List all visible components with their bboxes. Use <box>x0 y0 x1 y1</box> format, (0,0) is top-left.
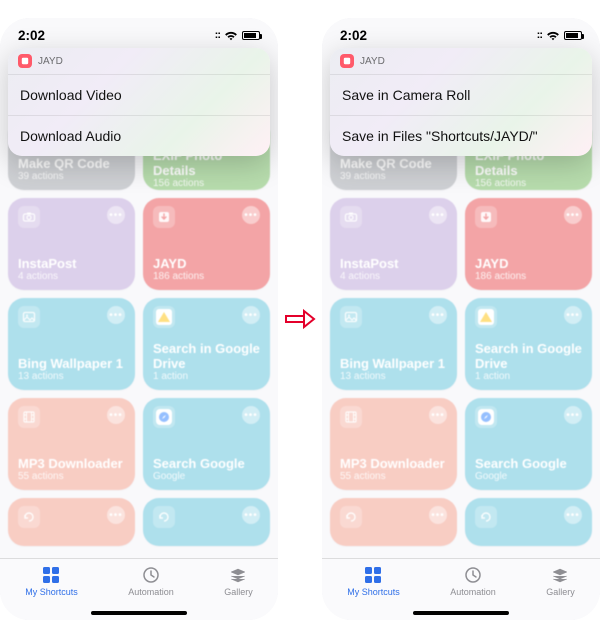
wifi-icon <box>224 30 238 41</box>
status-time: 2:02 <box>340 28 367 43</box>
tab-my-shortcuts[interactable]: My Shortcuts <box>347 565 400 597</box>
app-name: JAYD <box>38 56 63 67</box>
tab-label: My Shortcuts <box>25 587 78 597</box>
option-save-camera-roll[interactable]: Save in Camera Roll <box>330 74 592 115</box>
grid-icon <box>363 565 383 585</box>
clock-icon <box>463 565 483 585</box>
tab-label: Gallery <box>224 587 253 597</box>
wifi-icon <box>546 30 560 41</box>
arrow-icon <box>284 307 316 331</box>
status-icons: :: <box>215 29 260 41</box>
action-sheet: JAYD Download Video Download Audio <box>8 48 270 156</box>
battery-icon <box>564 31 582 40</box>
phone-left: •••Make QR Code39 actions•••EXIF Photo D… <box>0 18 278 620</box>
status-time: 2:02 <box>18 28 45 43</box>
app-icon <box>340 54 354 68</box>
tab-label: Automation <box>450 587 496 597</box>
battery-icon <box>242 31 260 40</box>
option-download-audio[interactable]: Download Audio <box>8 115 270 156</box>
option-save-in-files[interactable]: Save in Files "Shortcuts/JAYD/" <box>330 115 592 156</box>
home-indicator[interactable] <box>413 611 509 615</box>
option-download-video[interactable]: Download Video <box>8 74 270 115</box>
app-name: JAYD <box>360 56 385 67</box>
status-bar: 2:02 :: <box>0 18 278 52</box>
tab-label: My Shortcuts <box>347 587 400 597</box>
cellular-icon: :: <box>215 29 220 41</box>
tab-gallery[interactable]: Gallery <box>224 565 253 597</box>
action-sheet: JAYD Save in Camera Roll Save in Files "… <box>330 48 592 156</box>
status-bar: 2:02 :: <box>322 18 600 52</box>
tab-label: Gallery <box>546 587 575 597</box>
tab-label: Automation <box>128 587 174 597</box>
phone-right: •••Make QR Code39 actions•••EXIF Photo D… <box>322 18 600 620</box>
tab-my-shortcuts[interactable]: My Shortcuts <box>25 565 78 597</box>
tab-automation[interactable]: Automation <box>128 565 174 597</box>
home-indicator[interactable] <box>91 611 187 615</box>
grid-icon <box>41 565 61 585</box>
tab-gallery[interactable]: Gallery <box>546 565 575 597</box>
cellular-icon: :: <box>537 29 542 41</box>
tab-automation[interactable]: Automation <box>450 565 496 597</box>
clock-icon <box>141 565 161 585</box>
app-icon <box>18 54 32 68</box>
status-icons: :: <box>537 29 582 41</box>
stack-icon <box>550 565 570 585</box>
stack-icon <box>228 565 248 585</box>
